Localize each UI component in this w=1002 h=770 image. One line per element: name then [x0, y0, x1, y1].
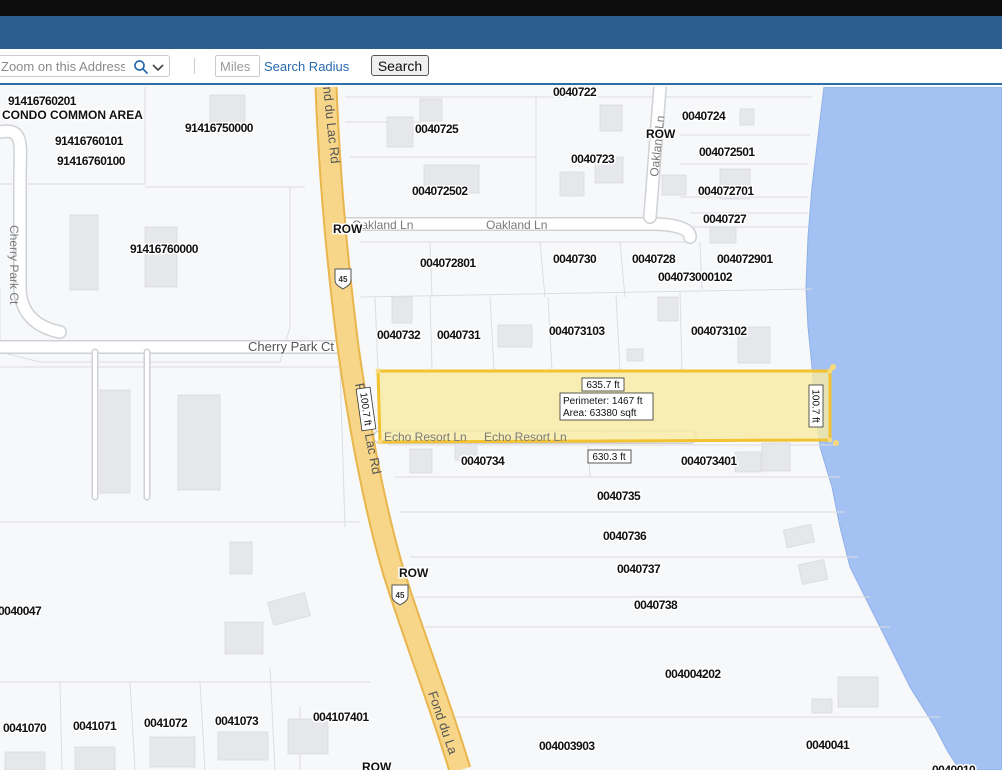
right-length-label: 100.7 ft	[810, 389, 821, 423]
cherry-park-ct-label: Cherry Park Ct	[248, 339, 334, 354]
parcel-label: 0040725	[415, 122, 459, 136]
parcel-label: 004073000102	[658, 270, 733, 284]
parcel-label: 0040727	[703, 212, 747, 226]
parcel-label: 004072502	[412, 184, 468, 198]
parcel-label: 0041072	[144, 716, 188, 730]
parcel-label: 0040735	[597, 489, 641, 503]
address-search-box	[0, 55, 170, 77]
search-icon[interactable]	[133, 59, 149, 75]
cherry-park-ct-label-vertical: Cherry Park Ct	[7, 225, 21, 305]
parcel-label: 004073103	[549, 324, 605, 338]
parcel-label: 0040047	[0, 604, 42, 618]
parcel-label: CONDO COMMON AREA	[2, 108, 143, 122]
row-label: ROW	[399, 566, 429, 580]
echo-resort-ln-label-1: Echo Resort Ln	[384, 430, 467, 444]
parcel-label: 0040723	[571, 152, 615, 166]
parcel-label: 0041073	[215, 714, 259, 728]
window-top-bar	[0, 0, 1002, 16]
parcel-label: 0040737	[617, 562, 661, 576]
chevron-down-icon[interactable]	[151, 59, 165, 75]
parcel-label: 0040738	[634, 598, 678, 612]
parcel-label: 0040010	[932, 763, 976, 770]
parcel-label: 004107401	[313, 710, 369, 724]
row-label: ROW	[333, 222, 363, 236]
map-canvas[interactable]: Oakland Ln Oakland Ln Oakland Ln Cherry …	[0, 87, 1002, 770]
app-header-bar	[0, 16, 1002, 49]
parcel-label: 0040728	[632, 252, 676, 266]
area-label: Area: 63380 sqft	[563, 408, 637, 419]
parcel-label: 004072501	[699, 145, 755, 159]
parcel-label: 004073401	[681, 454, 737, 468]
bottom-length-label: 630.3 ft	[592, 452, 626, 463]
parcel-label: 004073102	[691, 324, 747, 338]
perimeter-label: Perimeter: 1467 ft	[563, 396, 643, 407]
parcel-map[interactable]: Oakland Ln Oakland Ln Oakland Ln Cherry …	[0, 87, 1002, 770]
parcel-label: 0040724	[682, 109, 726, 123]
search-toolbar: Search Radius Search	[0, 49, 1002, 85]
parcel-label: 0040734	[461, 454, 505, 468]
route-shield-number: 45	[396, 591, 405, 600]
parcel-label: 004072701	[698, 184, 754, 198]
search-button[interactable]: Search	[371, 55, 429, 76]
echo-resort-ln-label-2: Echo Resort Ln	[484, 430, 567, 444]
row-label: ROW	[646, 127, 676, 141]
parcel-label: 91416750000	[185, 121, 254, 135]
parcel-label: 0040722	[553, 87, 597, 99]
parcel-label: 91416760000	[130, 242, 199, 256]
parcel-label: 004072901	[717, 252, 773, 266]
parcel-label: 0040041	[806, 738, 850, 752]
address-input[interactable]	[1, 58, 125, 74]
parcel-label: 0041071	[73, 719, 117, 733]
parcel-label: 0041070	[3, 721, 47, 735]
top-length-label: 635.7 ft	[586, 380, 620, 391]
parcel-label: 004003903	[539, 739, 595, 753]
route-shield-number: 45	[339, 275, 348, 284]
miles-input[interactable]	[215, 55, 260, 77]
oakland-ln-label-2: Oakland Ln	[486, 218, 547, 232]
parcel-label: 004072801	[420, 256, 476, 270]
parcel-label: 0040732	[377, 328, 421, 342]
search-radius-label: Search Radius	[264, 59, 350, 74]
toolbar-divider	[194, 58, 195, 74]
parcel-label: 0040730	[553, 252, 597, 266]
parcel-label: 0040731	[437, 328, 481, 342]
parcel-label: 0040736	[603, 529, 647, 543]
parcel-label: 91416760201	[8, 94, 77, 108]
parcel-label: 91416760101	[55, 134, 124, 148]
row-label: ROW	[362, 760, 392, 770]
parcel-label: 91416760100	[57, 154, 126, 168]
parcel-label: 004004202	[665, 667, 721, 681]
